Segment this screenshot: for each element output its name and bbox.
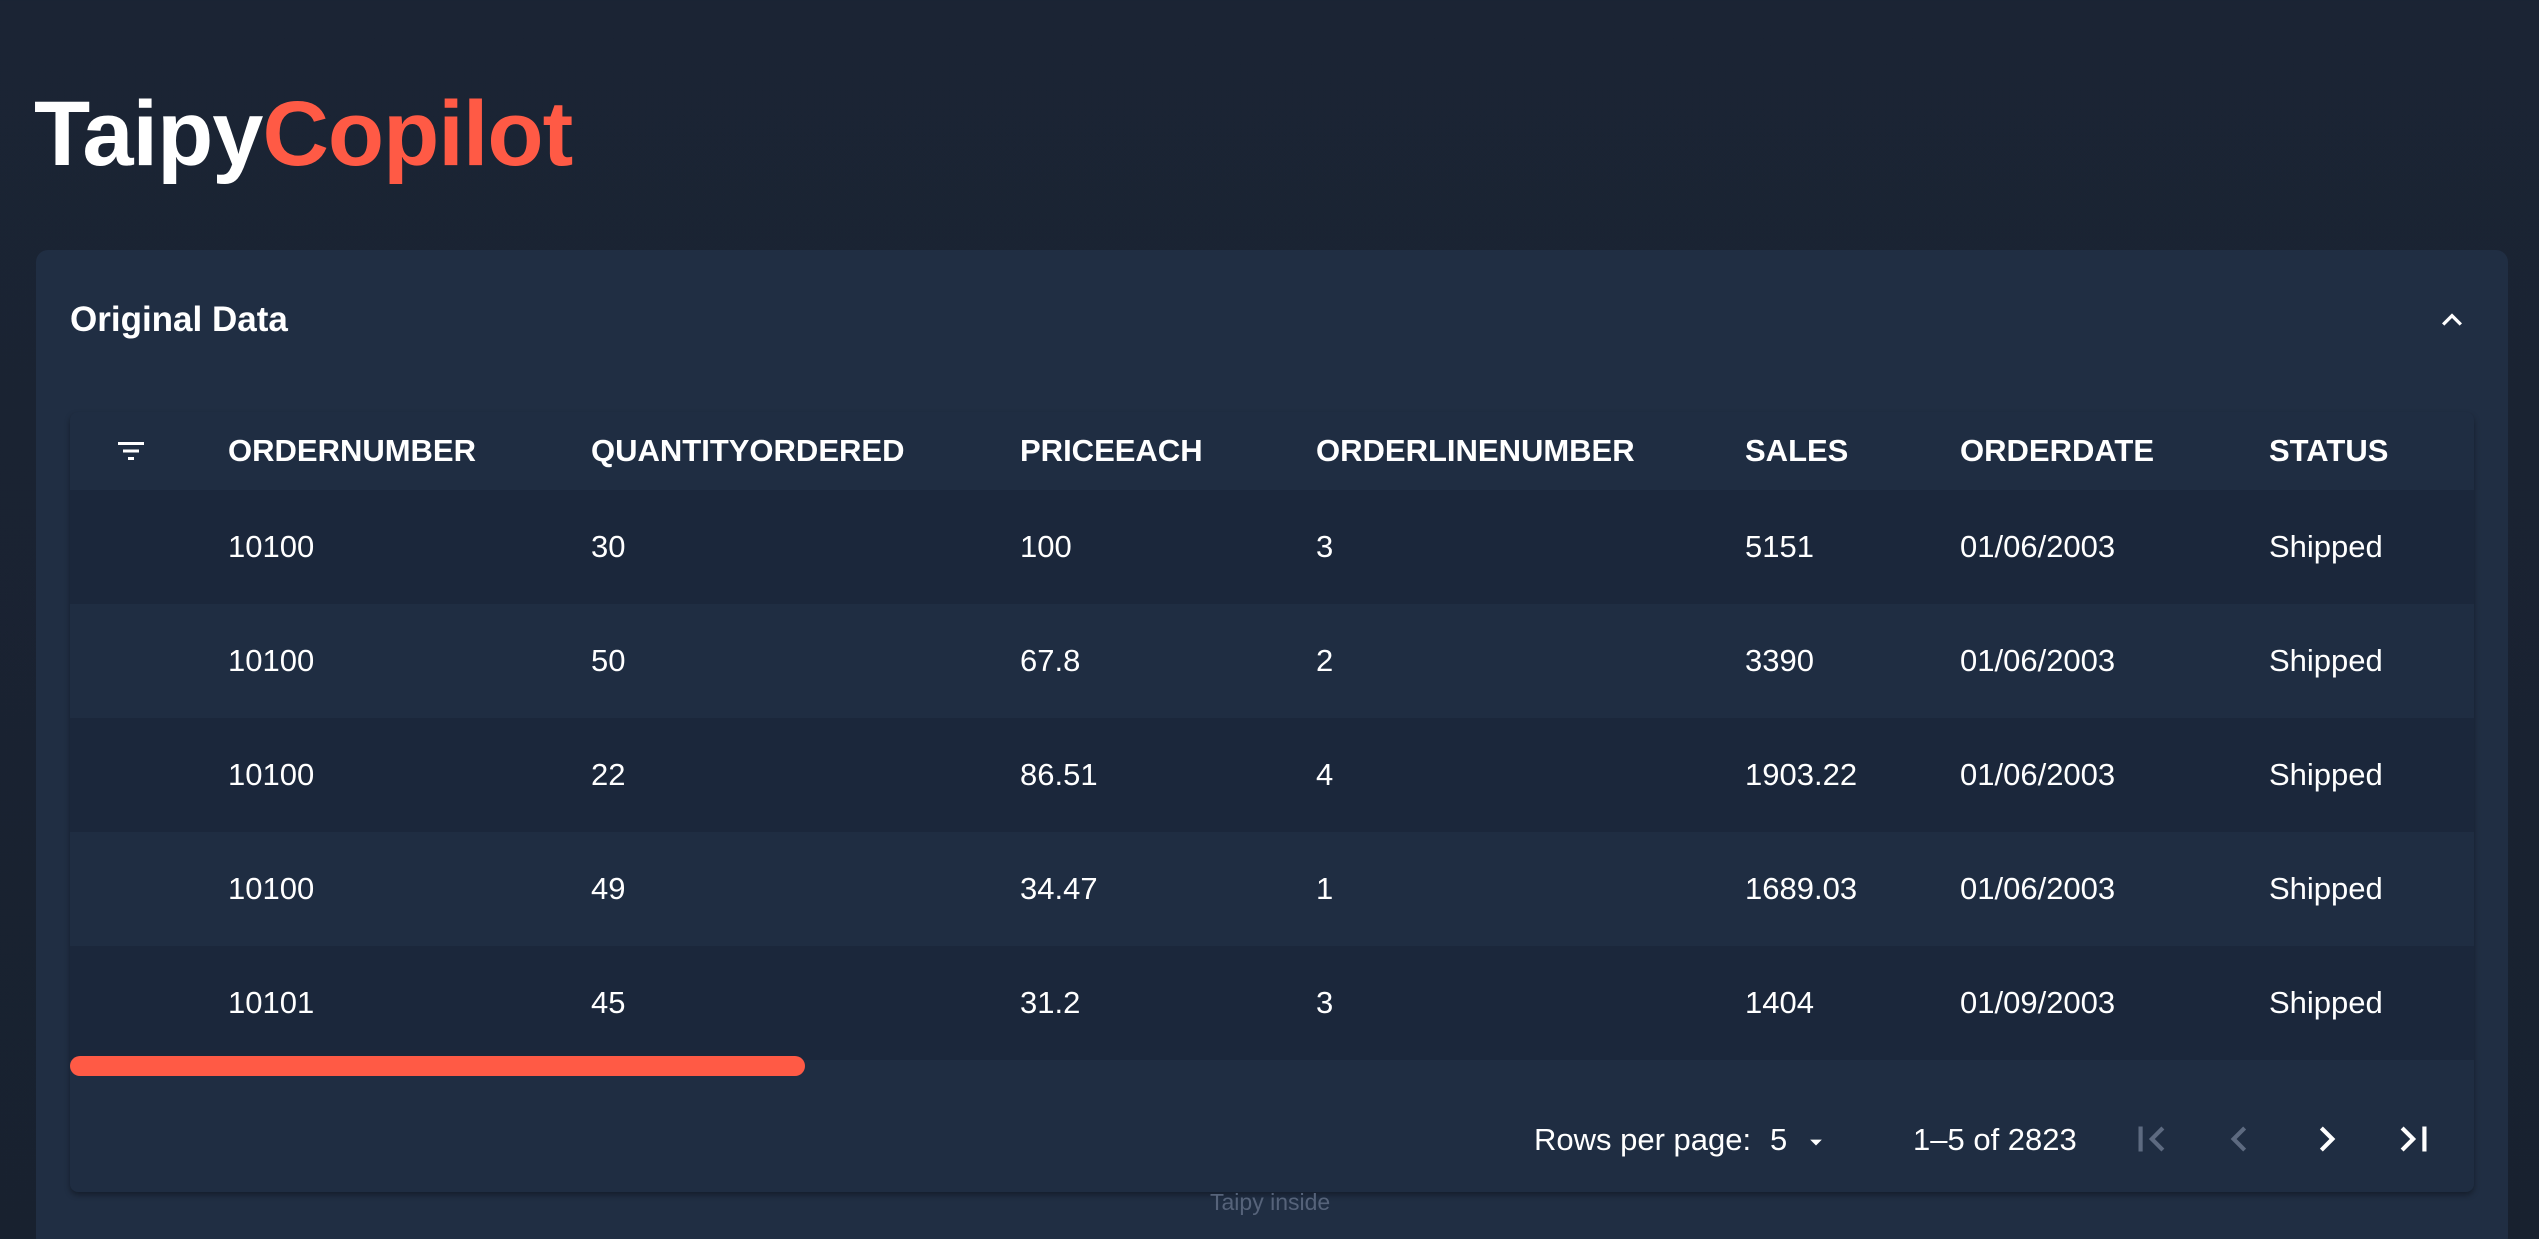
column-header-sales[interactable]: SALES — [1745, 412, 1960, 490]
app-title-copilot: Copilot — [262, 83, 573, 185]
last-page-icon — [2400, 1126, 2427, 1152]
page-range-text: 1–5 of 2823 — [1913, 1122, 2077, 1157]
cell-orderlinenumber: 1 — [1316, 871, 1334, 906]
cell-ordernumber: 10101 — [228, 985, 315, 1020]
table-row[interactable]: 10100 22 86.51 4 1903.22 01/06/2003 Ship… — [70, 718, 2474, 832]
filter-cell[interactable] — [70, 412, 228, 490]
data-table: ORDERNUMBER QUANTITYORDERED PRICEEACH OR… — [70, 412, 2474, 1060]
caret-down-icon — [1810, 1139, 1822, 1146]
cell-quantityordered: 45 — [591, 985, 626, 1020]
cell-sales: 3390 — [1745, 643, 1814, 678]
cell-status: Shipped — [2269, 757, 2383, 792]
cell-priceeach: 67.8 — [1020, 643, 1081, 678]
cell-status: Shipped — [2269, 529, 2383, 564]
rows-per-page-value: 5 — [1770, 1122, 1788, 1157]
cell-quantityordered: 30 — [591, 529, 626, 564]
data-table-card: ORDERNUMBER QUANTITYORDERED PRICEEACH OR… — [70, 412, 2474, 1192]
column-header-orderdate[interactable]: ORDERDATE — [1960, 412, 2269, 490]
column-header-ordernumber[interactable]: ORDERNUMBER — [228, 412, 591, 490]
row-spacer-cell — [70, 490, 228, 604]
cell-orderlinenumber: 3 — [1316, 985, 1334, 1020]
table-row[interactable]: 10101 45 31.2 3 1404 01/09/2003 Shipped — [70, 946, 2474, 1060]
first-page-button[interactable] — [2126, 1114, 2176, 1164]
cell-orderdate: 01/06/2003 — [1960, 529, 2116, 564]
cell-quantityordered: 50 — [591, 643, 626, 678]
column-header-status[interactable]: STATUS — [2269, 412, 2474, 490]
cell-ordernumber: 10100 — [228, 871, 315, 906]
cell-priceeach: 86.51 — [1020, 757, 1098, 792]
column-header-priceeach[interactable]: PRICEEACH — [1020, 412, 1316, 490]
cell-status: Shipped — [2269, 871, 2383, 906]
rows-per-page-select[interactable]: 5 — [1770, 1122, 1834, 1162]
chevron-right-icon — [2319, 1126, 2336, 1152]
cell-orderdate: 01/06/2003 — [1960, 871, 2116, 906]
row-spacer-cell — [70, 832, 228, 946]
cell-priceeach: 34.47 — [1020, 871, 1098, 906]
row-spacer-cell — [70, 604, 228, 718]
cell-ordernumber: 10100 — [228, 757, 315, 792]
cell-orderlinenumber: 3 — [1316, 529, 1334, 564]
app-title-taipy: Taipy — [34, 83, 263, 185]
pagination-bar: Rows per page: 5 1–5 of 2823 — [70, 1084, 2474, 1192]
table-row[interactable]: 10100 50 67.8 2 3390 01/06/2003 Shipped — [70, 604, 2474, 718]
chevron-left-icon — [2230, 1126, 2247, 1152]
filter-list-icon[interactable] — [118, 441, 144, 461]
cell-priceeach: 31.2 — [1020, 985, 1081, 1020]
last-page-button[interactable] — [2389, 1114, 2439, 1164]
cell-quantityordered: 49 — [591, 871, 626, 906]
row-spacer-cell — [70, 718, 228, 832]
first-page-icon — [2138, 1126, 2165, 1152]
original-data-panel: Original Data ORDERNUMBER QUANTITYORDERE… — [36, 250, 2508, 1239]
cell-status: Shipped — [2269, 985, 2383, 1020]
cell-sales: 5151 — [1745, 529, 1814, 564]
cell-ordernumber: 10100 — [228, 643, 315, 678]
cell-orderlinenumber: 2 — [1316, 643, 1334, 678]
taipy-inside-footer: Taipy inside — [1210, 1189, 1331, 1215]
chevron-up-icon — [2442, 313, 2462, 326]
horizontal-scrollbar-thumb[interactable] — [70, 1056, 805, 1076]
rows-per-page-label: Rows per page: — [1534, 1122, 1752, 1157]
table-row[interactable]: 10100 49 34.47 1 1689.03 01/06/2003 Ship… — [70, 832, 2474, 946]
next-page-button[interactable] — [2302, 1114, 2352, 1164]
cell-quantityordered: 22 — [591, 757, 626, 792]
cell-priceeach: 100 — [1020, 529, 1072, 564]
app-title: TaipyCopilot — [34, 88, 573, 180]
previous-page-button[interactable] — [2214, 1114, 2264, 1164]
cell-orderdate: 01/06/2003 — [1960, 643, 2116, 678]
cell-sales: 1903.22 — [1745, 757, 1858, 792]
cell-orderdate: 01/09/2003 — [1960, 985, 2116, 1020]
cell-sales: 1689.03 — [1745, 871, 1858, 906]
table-row[interactable]: 10100 30 100 3 5151 01/06/2003 Shipped — [70, 490, 2474, 604]
cell-status: Shipped — [2269, 643, 2383, 678]
panel-title[interactable]: Original Data — [70, 300, 288, 340]
table-header-row: ORDERNUMBER QUANTITYORDERED PRICEEACH OR… — [70, 412, 2474, 490]
row-spacer-cell — [70, 946, 228, 1060]
collapse-button[interactable] — [2432, 300, 2472, 340]
cell-sales: 1404 — [1745, 985, 1814, 1020]
column-header-quantityordered[interactable]: QUANTITYORDERED — [591, 412, 1020, 490]
cell-orderlinenumber: 4 — [1316, 757, 1334, 792]
cell-ordernumber: 10100 — [228, 529, 315, 564]
column-header-orderlinenumber[interactable]: ORDERLINENUMBER — [1316, 412, 1745, 490]
cell-orderdate: 01/06/2003 — [1960, 757, 2116, 792]
